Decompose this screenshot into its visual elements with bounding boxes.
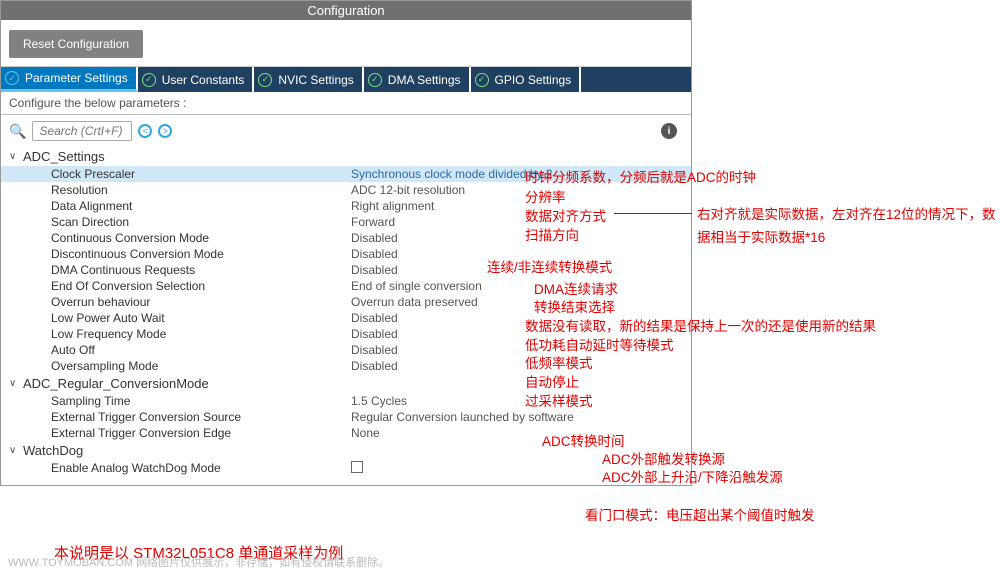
group-label: WatchDog — [23, 443, 83, 458]
annotation-line — [614, 213, 692, 214]
tab-dma-settings[interactable]: DMA Settings — [364, 67, 471, 92]
annotation: ADC外部触发转换源 — [602, 448, 725, 468]
tab-label: Parameter Settings — [25, 71, 128, 85]
tab-label: GPIO Settings — [495, 73, 572, 87]
tab-label: User Constants — [162, 73, 245, 87]
check-icon — [368, 73, 382, 87]
tab-parameter-settings[interactable]: Parameter Settings — [1, 67, 138, 92]
search-prev-button[interactable]: < — [138, 124, 152, 138]
chevron-down-icon: ∨ — [9, 445, 19, 456]
check-icon — [5, 71, 19, 85]
annotation: ADC转换时间 — [542, 430, 625, 450]
annotation: 时钟分频系数，分频后就是ADC的时钟 — [525, 166, 756, 186]
check-icon — [258, 73, 272, 87]
search-next-button[interactable]: > — [158, 124, 172, 138]
check-icon — [142, 73, 156, 87]
tab-label: NVIC Settings — [278, 73, 353, 87]
tab-nvic-settings[interactable]: NVIC Settings — [254, 67, 363, 92]
group-adc-settings[interactable]: ∨ ADC_Settings — [1, 147, 691, 166]
annotation: 扫描方向 — [525, 224, 579, 244]
annotation: 自动停止 — [525, 371, 579, 391]
annotation: 数据对齐方式 — [525, 205, 606, 225]
watermark: WWW.TOYMOBAN.COM 网络图片仅供展示，非存储，如有侵权请联系删除。 — [8, 554, 389, 570]
chevron-down-icon: ∨ — [9, 378, 19, 389]
row-ext-trigger-source[interactable]: External Trigger Conversion Source Regul… — [1, 409, 691, 425]
annotation: 过采样模式 — [525, 390, 593, 410]
title-bar: Configuration — [1, 1, 691, 20]
group-label: ADC_Settings — [23, 149, 105, 164]
annotation: 看门口模式：电压超出某个阈值时触发 — [585, 504, 815, 524]
tabs-bar: Parameter Settings User Constants NVIC S… — [1, 67, 691, 92]
tab-user-constants[interactable]: User Constants — [138, 67, 255, 92]
info-icon[interactable]: i — [661, 123, 677, 139]
tab-gpio-settings[interactable]: GPIO Settings — [471, 67, 582, 92]
toolbar: Reset Configuration — [1, 20, 691, 67]
check-icon — [475, 73, 489, 87]
chevron-down-icon: ∨ — [9, 151, 19, 162]
row-continuous-conversion[interactable]: Continuous Conversion Mode Disabled — [1, 230, 691, 246]
annotation: 右对齐就是实际数据，左对齐在12位的情况下，数据相当于实际数据*16 — [697, 204, 997, 250]
annotation: 转换结束选择 — [534, 296, 615, 316]
search-input[interactable] — [32, 121, 132, 141]
tab-label: DMA Settings — [388, 73, 461, 87]
annotation: 连续/非连续转换模式 — [487, 256, 612, 276]
annotation: ADC外部上升沿/下降沿触发源 — [602, 466, 783, 486]
row-enable-watchdog[interactable]: Enable Analog WatchDog Mode — [1, 460, 691, 477]
checkbox[interactable] — [351, 461, 363, 473]
annotation: 数据没有读取，新的结果是保持上一次的还是使用新的结果 — [525, 315, 876, 335]
search-icon: 🔍 — [9, 123, 26, 140]
annotation: 低频率模式 — [525, 352, 593, 372]
subtitle: Configure the below parameters : — [1, 92, 691, 115]
annotation: 低功耗自动延时等待模式 — [525, 334, 674, 354]
annotation: 分辨率 — [525, 186, 566, 206]
search-row: 🔍 < > i — [1, 115, 691, 147]
annotation: DMA连续请求 — [534, 278, 618, 298]
reset-button[interactable]: Reset Configuration — [9, 30, 143, 58]
group-label: ADC_Regular_ConversionMode — [23, 376, 209, 391]
